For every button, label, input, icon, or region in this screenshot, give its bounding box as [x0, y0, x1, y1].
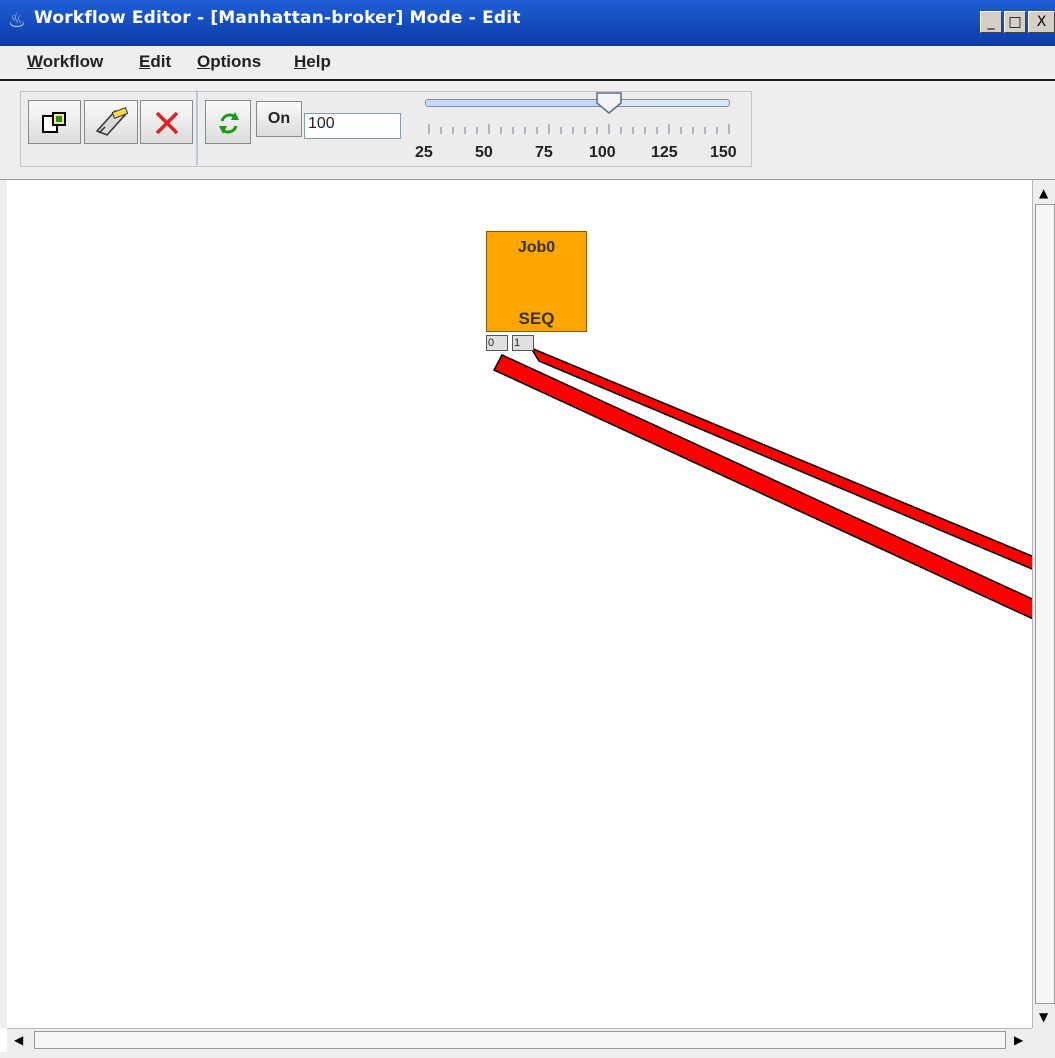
job-port-1[interactable]: 1 [512, 335, 534, 351]
edge-layer [492, 346, 1032, 624]
workflow-edge[interactable] [492, 354, 1032, 624]
window-bottom-border [0, 1052, 1032, 1058]
horizontal-scroll-thumb[interactable] [34, 1031, 1006, 1049]
vertical-scroll-thumb[interactable] [1035, 204, 1055, 1004]
scrollbar-corner [1032, 1028, 1055, 1058]
scroll-left-arrow-icon[interactable]: ◀ [14, 1033, 23, 1047]
close-button[interactable]: X [1028, 11, 1055, 33]
scroll-right-arrow-icon[interactable]: ▶ [1014, 1033, 1023, 1047]
job-type: SEQ [518, 309, 555, 328]
job-name: Job0 [517, 239, 556, 256]
job-port-0[interactable]: 0 [486, 335, 508, 351]
job-node[interactable]: Job0 SEQ [486, 231, 587, 332]
scroll-down-arrow-icon[interactable]: ▼ [1039, 1010, 1048, 1024]
scroll-up-arrow-icon[interactable]: ▲ [1039, 186, 1048, 200]
workflow-edge[interactable] [529, 346, 1032, 579]
